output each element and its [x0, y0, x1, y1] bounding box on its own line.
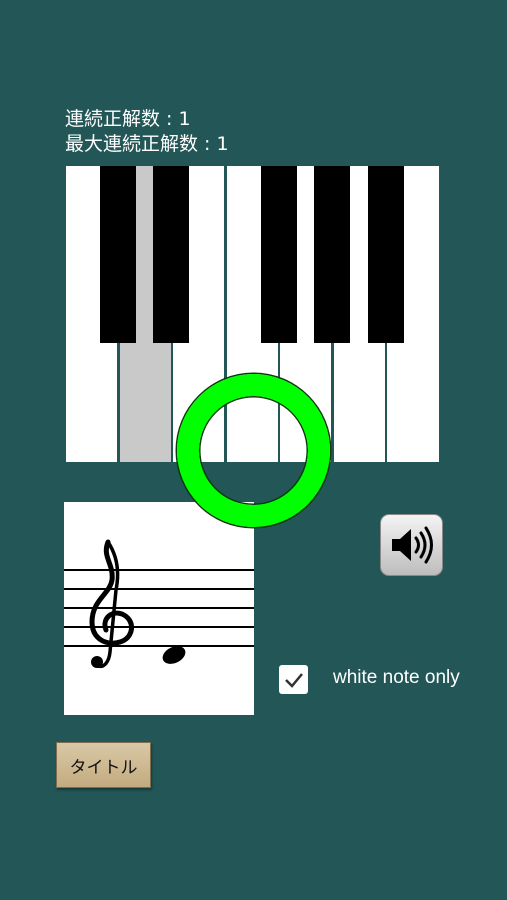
speaker-icon	[391, 526, 433, 564]
check-icon	[284, 672, 303, 688]
black-key-4[interactable]	[314, 166, 350, 343]
stats-panel: 連続正解数 : 1 最大連続正解数 : 1	[65, 107, 229, 157]
title-button[interactable]: タイトル	[56, 742, 151, 788]
white-note-only-label: white note only	[333, 667, 460, 688]
treble-clef-icon	[89, 539, 134, 669]
current-streak-text: 連続正解数 : 1	[65, 108, 191, 130]
black-key-1[interactable]	[100, 166, 136, 343]
black-key-2[interactable]	[153, 166, 189, 343]
play-sound-button[interactable]	[380, 514, 443, 576]
white-note-only-checkbox[interactable]	[279, 665, 308, 694]
staff-notation	[64, 502, 254, 715]
black-key-5[interactable]	[368, 166, 404, 343]
max-streak-text: 最大連続正解数 : 1	[65, 133, 229, 155]
black-key-3[interactable]	[261, 166, 297, 343]
correct-answer-ring	[177, 374, 330, 527]
